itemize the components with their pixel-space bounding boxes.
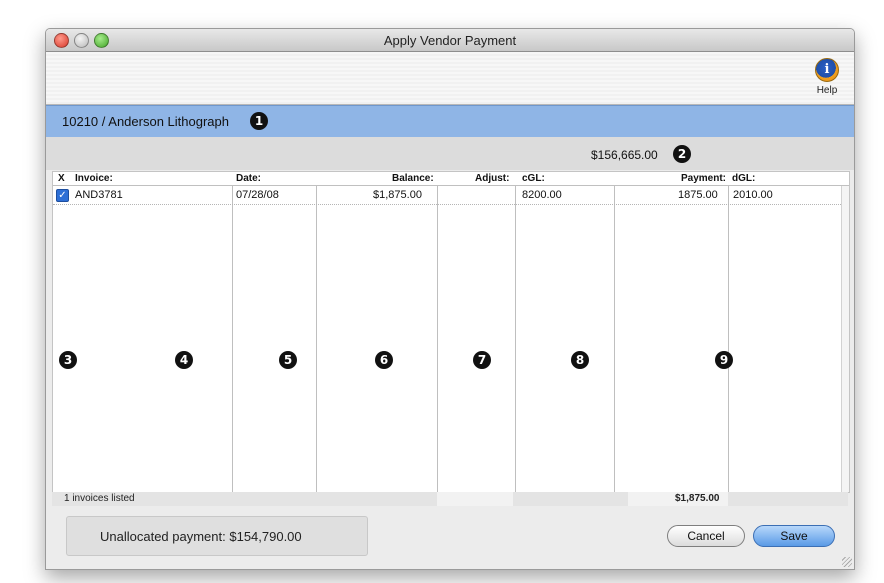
cell-cgl[interactable]: 8200.00: [522, 189, 562, 201]
window-title: Apply Vendor Payment: [383, 33, 517, 48]
save-button[interactable]: Save: [753, 525, 835, 547]
header-payment[interactable]: Payment:: [681, 173, 726, 184]
header-x[interactable]: X: [58, 173, 65, 184]
callout-9: 9: [715, 351, 733, 369]
cancel-button[interactable]: Cancel: [667, 525, 745, 547]
vendor-name: 10210 / Anderson Lithograph: [62, 114, 229, 129]
cell-date: 07/28/08: [236, 189, 279, 201]
table-scrollbar[interactable]: [841, 186, 849, 492]
title-bar: Apply Vendor Payment: [46, 29, 854, 52]
invoice-count: 1 invoices listed: [64, 493, 135, 504]
row-select-checkbox[interactable]: ✓: [56, 189, 69, 202]
footer-payment-total: $1,875.00: [675, 493, 720, 504]
column-divider: [316, 186, 317, 492]
unallocated-payment-box: Unallocated payment: $154,790.00: [66, 516, 368, 556]
column-divider: [515, 186, 516, 492]
payment-total: $156,665.00: [591, 148, 658, 162]
header-adjust[interactable]: Adjust:: [475, 173, 509, 184]
help-label: Help: [816, 85, 838, 96]
callout-6: 6: [375, 351, 393, 369]
header-date[interactable]: Date:: [236, 173, 261, 184]
cell-invoice: AND3781: [75, 189, 123, 201]
callout-3: 3: [59, 351, 77, 369]
unallocated-payment: Unallocated payment: $154,790.00: [100, 529, 302, 544]
column-divider: [614, 186, 615, 492]
table-header: X Invoice: Date: Balance: Adjust: cGL: P…: [53, 172, 849, 186]
invoice-table: X Invoice: Date: Balance: Adjust: cGL: P…: [52, 171, 850, 493]
apply-vendor-payment-window: Apply Vendor Payment i Help 10210 / Ande…: [45, 28, 855, 570]
header-balance[interactable]: Balance:: [392, 173, 434, 184]
table-footer: 1 invoices listed $1,875.00: [52, 492, 848, 506]
callout-2: 2: [673, 145, 691, 163]
cell-balance: $1,875.00: [373, 189, 422, 201]
callout-7: 7: [473, 351, 491, 369]
column-divider: [437, 186, 438, 492]
callout-5: 5: [279, 351, 297, 369]
callout-4: 4: [175, 351, 193, 369]
column-divider: [728, 186, 729, 492]
header-dgl[interactable]: dGL:: [732, 173, 755, 184]
column-divider: [232, 186, 233, 492]
toolbar: i Help: [46, 52, 854, 105]
adjust-total-cell: [437, 492, 513, 506]
help-button[interactable]: i Help: [810, 58, 844, 102]
cell-payment[interactable]: 1875.00: [678, 189, 718, 201]
resize-grip-icon[interactable]: [842, 557, 852, 567]
help-icon: i: [815, 58, 839, 82]
cell-dgl[interactable]: 2010.00: [733, 189, 773, 201]
callout-8: 8: [571, 351, 589, 369]
vendor-header: 10210 / Anderson Lithograph 1: [46, 105, 854, 138]
table-row[interactable]: ✓ AND3781 07/28/08 $1,875.00 8200.00 187…: [53, 187, 841, 205]
header-cgl[interactable]: cGL:: [522, 173, 545, 184]
payment-total-bar: $156,665.00 2: [46, 137, 854, 170]
callout-1: 1: [250, 112, 268, 130]
header-invoice[interactable]: Invoice:: [75, 173, 113, 184]
